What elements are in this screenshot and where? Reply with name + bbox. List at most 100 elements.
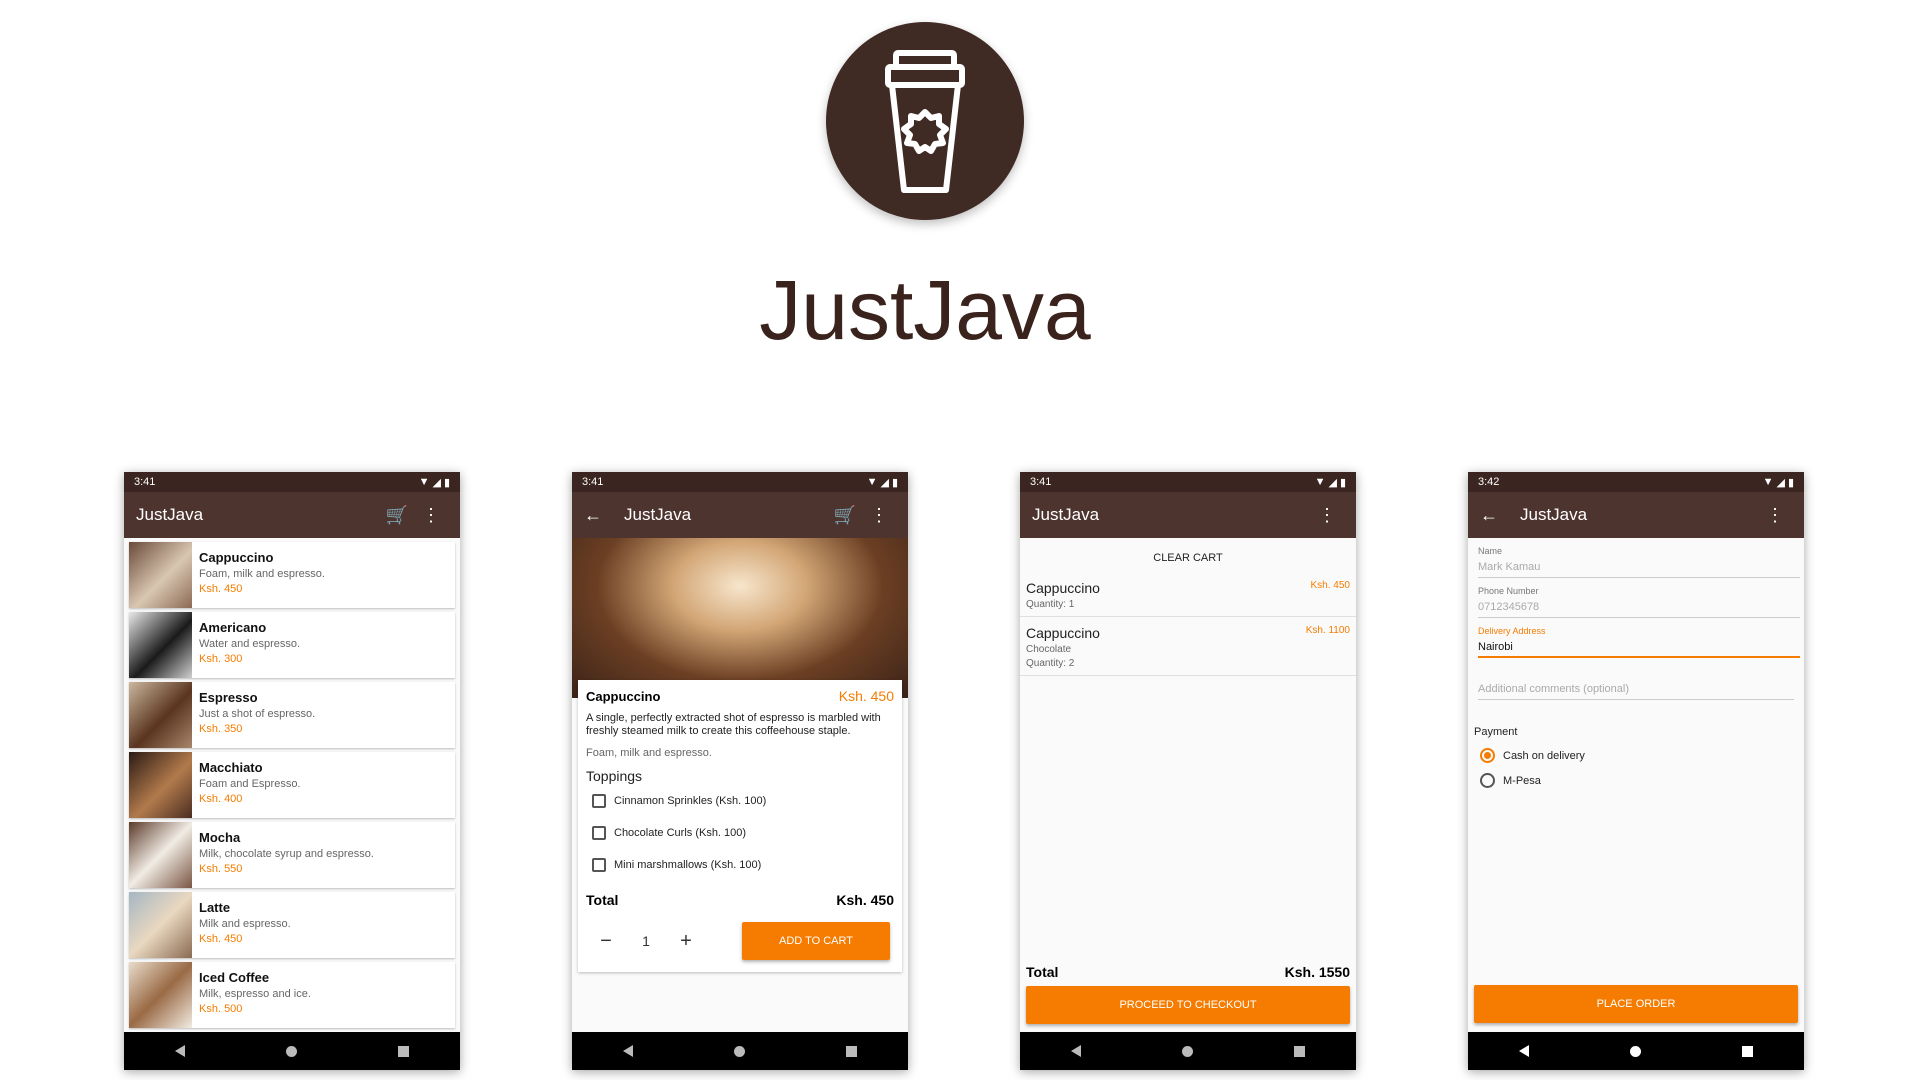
payment-option-cash[interactable]: Cash on delivery — [1480, 748, 1804, 763]
battery-icon: ▮ — [1787, 476, 1794, 489]
item-name: Americano — [199, 620, 267, 635]
recents-nav-icon[interactable] — [1294, 1045, 1306, 1057]
name-input[interactable]: Mark Kamau — [1478, 556, 1800, 578]
home-nav-icon[interactable] — [1629, 1045, 1641, 1057]
delivery-address-field[interactable]: Delivery Address Nairobi — [1478, 618, 1800, 658]
radio-selected-icon[interactable] — [1480, 748, 1495, 763]
phone-input[interactable]: 0712345678 — [1478, 596, 1800, 618]
list-item[interactable]: Espresso Just a shot of espresso. Ksh. 3… — [129, 682, 455, 748]
cart-item-price: Ksh. 1100 — [1305, 625, 1350, 636]
payment-option-mpesa[interactable]: M-Pesa — [1480, 773, 1804, 788]
clear-cart-button[interactable]: CLEAR CART — [1020, 552, 1356, 572]
list-item[interactable]: Macchiato Foam and Espresso. Ksh. 400 — [129, 752, 455, 818]
total-value: Ksh. 450 — [836, 892, 894, 908]
cart-item-price: Ksh. 450 — [1310, 580, 1350, 591]
item-price: Ksh. 450 — [199, 583, 243, 595]
increment-button[interactable]: + — [666, 930, 706, 953]
topping-option[interactable]: Chocolate Curls (Ksh. 100) — [586, 826, 894, 840]
status-bar: 3:41 ▼ ◢ ▮ — [1020, 472, 1356, 492]
payment-option-label: Cash on delivery — [1503, 749, 1585, 762]
cart-item[interactable]: Cappuccino Quantity: 1 Ksh. 450 — [1020, 572, 1356, 617]
back-nav-icon[interactable] — [622, 1045, 633, 1057]
back-arrow-icon[interactable]: ← — [584, 505, 614, 526]
comments-input[interactable]: Additional comments (optional) — [1478, 678, 1794, 700]
recents-nav-icon[interactable] — [1742, 1045, 1754, 1057]
cart-item[interactable]: Cappuccino Chocolate Quantity: 2 Ksh. 11… — [1020, 617, 1356, 676]
menu-list: Cappuccino Foam, milk and espresso. Ksh.… — [124, 542, 460, 1028]
payment-heading: Payment — [1474, 726, 1518, 738]
item-desc: Foam, milk and espresso. — [199, 568, 325, 580]
cart-icon[interactable]: 🛒 — [828, 505, 862, 526]
place-order-button[interactable]: PLACE ORDER — [1474, 985, 1798, 1023]
battery-icon: ▮ — [1339, 476, 1346, 489]
list-item[interactable]: Mocha Milk, chocolate syrup and espresso… — [129, 822, 455, 888]
back-nav-icon[interactable] — [1518, 1045, 1529, 1057]
topping-checkbox[interactable] — [592, 794, 606, 808]
status-icons: ▼ ◢ ▮ — [1763, 476, 1794, 489]
radio-unselected-icon[interactable] — [1480, 773, 1495, 788]
appbar-title: JustJava — [1032, 505, 1100, 524]
wifi-icon: ▼ — [418, 476, 430, 488]
topping-checkbox[interactable] — [592, 826, 606, 840]
topping-option[interactable]: Mini marshmallows (Ksh. 100) — [586, 858, 894, 872]
recents-nav-icon[interactable] — [398, 1045, 410, 1057]
back-nav-icon[interactable] — [174, 1045, 185, 1057]
list-item[interactable]: Cappuccino Foam, milk and espresso. Ksh.… — [129, 542, 455, 608]
status-icons: ▼ ◢ ▮ — [867, 476, 898, 489]
home-nav-icon[interactable] — [733, 1045, 745, 1057]
total-label: Total — [1026, 964, 1059, 980]
recents-nav-icon[interactable] — [846, 1045, 858, 1057]
item-name: Cappuccino — [199, 550, 274, 565]
overflow-menu-icon[interactable]: ⋮ — [1310, 505, 1344, 526]
coffee-thumbnail — [129, 612, 192, 678]
list-item[interactable]: Americano Water and espresso. Ksh. 300 — [129, 612, 455, 678]
home-nav-icon[interactable] — [285, 1045, 297, 1057]
back-nav-icon[interactable] — [1070, 1045, 1081, 1057]
phone-field[interactable]: Phone Number 0712345678 — [1478, 578, 1800, 618]
wifi-icon: ▼ — [1314, 476, 1326, 488]
product-price: Ksh. 450 — [838, 688, 894, 704]
item-name: Macchiato — [199, 760, 263, 775]
item-price: Ksh. 400 — [199, 793, 243, 805]
appbar-title: JustJava — [136, 505, 204, 524]
system-nav-bar — [1020, 1032, 1356, 1070]
item-price: Ksh. 550 — [199, 863, 243, 875]
cart-total-row: Total Ksh. 1550 — [1026, 964, 1350, 980]
phone-cart: 3:41 ▼ ◢ ▮ JustJava ⋮ CLEAR CART Cappucc… — [1020, 472, 1356, 1070]
comments-field[interactable]: Additional comments (optional) — [1478, 658, 1794, 700]
system-nav-bar — [124, 1032, 460, 1070]
delivery-address-input[interactable]: Nairobi — [1478, 636, 1800, 658]
item-name: Iced Coffee — [199, 970, 270, 985]
product-image — [572, 538, 908, 698]
back-arrow-icon[interactable]: ← — [1480, 505, 1510, 526]
item-price: Ksh. 300 — [199, 653, 243, 665]
cart-item-quantity: Quantity: 2 — [1026, 658, 1075, 669]
field-label: Delivery Address — [1478, 626, 1546, 636]
cart-icon[interactable]: 🛒 — [380, 505, 414, 526]
battery-icon: ▮ — [443, 476, 450, 489]
overflow-menu-icon[interactable]: ⋮ — [862, 505, 896, 526]
home-nav-icon[interactable] — [1181, 1045, 1193, 1057]
overflow-menu-icon[interactable]: ⋮ — [1758, 505, 1792, 526]
proceed-to-checkout-button[interactable]: PROCEED TO CHECKOUT — [1026, 986, 1350, 1024]
name-field[interactable]: Name Mark Kamau — [1478, 538, 1800, 578]
item-name: Espresso — [199, 690, 258, 705]
status-time: 3:41 — [582, 476, 604, 488]
list-item[interactable]: Latte Milk and espresso. Ksh. 450 — [129, 892, 455, 958]
system-nav-bar — [572, 1032, 908, 1070]
phone-menu-list: 3:41 ▼ ◢ ▮ JustJava 🛒 ⋮ Cappuccino Foam,… — [124, 472, 460, 1070]
add-to-cart-button[interactable]: ADD TO CART — [742, 922, 890, 960]
topping-option[interactable]: Cinnamon Sprinkles (Ksh. 100) — [586, 794, 894, 808]
overflow-menu-icon[interactable]: ⋮ — [414, 505, 448, 526]
list-item[interactable]: Iced Coffee Milk, espresso and ice. Ksh.… — [129, 962, 455, 1028]
item-desc: Milk, chocolate syrup and espresso. — [199, 848, 374, 860]
item-price: Ksh. 500 — [199, 1003, 243, 1015]
appbar-title: JustJava — [624, 505, 692, 524]
cart-item-name: Cappuccino — [1026, 580, 1100, 596]
cart-item-name: Cappuccino — [1026, 625, 1100, 641]
toppings-heading: Toppings — [586, 768, 643, 784]
decrement-button[interactable]: − — [586, 930, 626, 953]
item-price: Ksh. 450 — [199, 933, 243, 945]
topping-checkbox[interactable] — [592, 858, 606, 872]
product-card: Cappuccino Ksh. 450 A single, perfectly … — [578, 680, 902, 972]
